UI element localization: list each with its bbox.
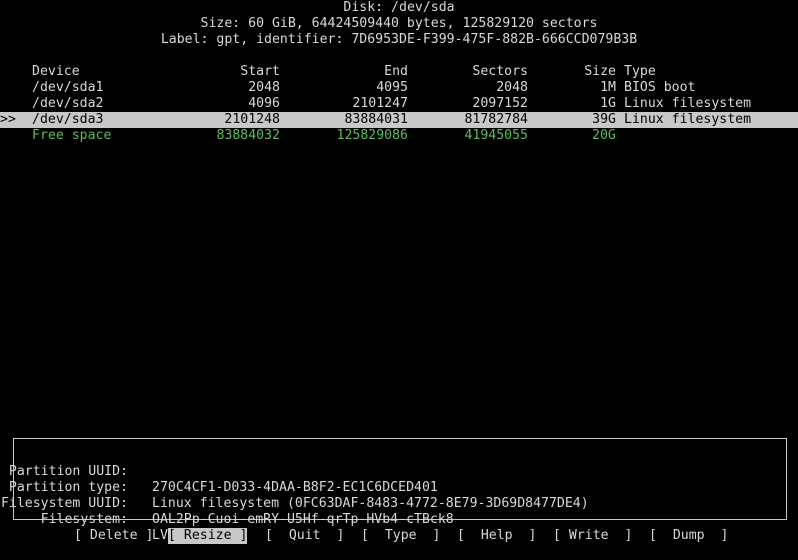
quit-button[interactable]: [ Quit ]	[265, 528, 344, 544]
info-filesystem: Filesystem: LVM2_member	[14, 496, 786, 543]
table-header: Device Start End Sectors Size Type	[0, 64, 798, 80]
help-button[interactable]: [ Help ]	[457, 528, 536, 544]
row-start: 4096	[248, 96, 280, 111]
row-size: 39G	[592, 112, 616, 127]
row-sectors: 81782784	[464, 112, 528, 127]
row-sectors: 41945055	[464, 128, 528, 143]
table-row[interactable]: /dev/sda1 2048 4095 2048 1M BIOS boot	[0, 80, 798, 96]
row-size: 1G	[600, 96, 616, 111]
column-header-type: Type	[624, 64, 656, 79]
row-sectors: 2048	[496, 80, 528, 95]
partition-info-box: Partition UUID: 270C4CF1-D033-4DAA-B8F2-…	[1, 438, 787, 543]
disk-title: Disk: /dev/sda	[343, 0, 455, 15]
row-device: /dev/sda3	[32, 112, 104, 127]
row-device: Free space	[32, 128, 112, 143]
row-device: /dev/sda1	[32, 80, 104, 95]
row-type: Linux filesystem	[624, 112, 752, 127]
disk-size-line: Size: 60 GiB, 64424509440 bytes, 1258291…	[200, 16, 598, 31]
type-button[interactable]: [ Type ]	[361, 528, 440, 544]
info-filesystem-uuid: Filesystem UUID: OAL2Pp-Cuoi-emRY-U5Hf-q…	[1, 480, 786, 527]
column-header-size: Size	[584, 64, 616, 79]
dump-button[interactable]: [ Dump ]	[649, 528, 728, 544]
write-button[interactable]: [ Write ]	[553, 528, 632, 544]
row-sectors: 2097152	[472, 96, 528, 111]
disk-label-line: Label: gpt, identifier: 7D6953DE-F399-47…	[160, 32, 638, 47]
info-label: Filesystem:	[40, 512, 128, 527]
table-row[interactable]: /dev/sda2 4096 2101247 2097152 1G Linux …	[0, 96, 798, 112]
delete-button[interactable]: [ Delete ]	[74, 528, 153, 544]
row-start: 2101248	[224, 112, 280, 127]
info-value: OAL2Pp-Cuoi-emRY-U5Hf-qrTp-HVb4-cTBck8	[152, 512, 454, 527]
action-menu: [ Delete ] [ Resize ] [ Quit ] [ Type ] …	[0, 528, 798, 544]
row-end: 125829086	[336, 128, 408, 143]
table-row-selected[interactable]: >> /dev/sda3 2101248 83884031 81782784 3…	[0, 112, 798, 128]
info-partition-type: Partition type: Linux filesystem (0FC63D…	[9, 464, 786, 511]
row-selector-marker: >>	[0, 112, 16, 127]
resize-button[interactable]: [ Resize ]	[168, 528, 248, 544]
column-header-end: End	[384, 64, 408, 79]
row-start: 2048	[248, 80, 280, 95]
row-type: BIOS boot	[624, 80, 696, 95]
row-start: 83884032	[216, 128, 280, 143]
column-header-sectors: Sectors	[472, 64, 528, 79]
row-size: 20G	[592, 128, 616, 143]
row-type: Linux filesystem	[624, 96, 752, 111]
row-end: 83884031	[344, 112, 408, 127]
column-header-start: Start	[240, 64, 280, 79]
info-partition-uuid: Partition UUID: 270C4CF1-D033-4DAA-B8F2-…	[9, 448, 786, 495]
row-end: 2101247	[352, 96, 408, 111]
row-end: 4095	[376, 80, 408, 95]
row-device: /dev/sda2	[32, 96, 104, 111]
column-header-device: Device	[32, 64, 80, 79]
table-row-free-space[interactable]: Free space 83884032 125829086 41945055 2…	[0, 128, 798, 144]
row-size: 1M	[600, 80, 616, 95]
